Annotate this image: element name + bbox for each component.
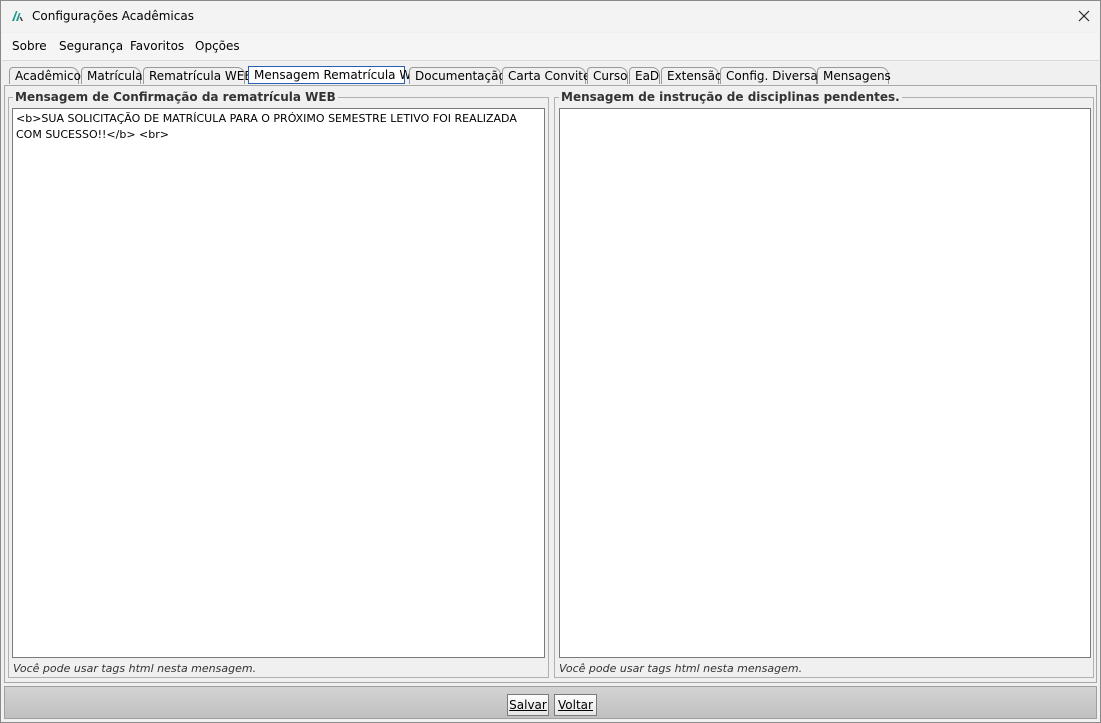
menu-sobre[interactable]: Sobre [12,39,47,53]
tab-mensagens[interactable]: Mensagens [817,67,891,84]
window-title: Configurações Acadêmicas [32,9,194,23]
confirmation-message-label: Mensagem de Confirmação da rematrícula W… [13,90,338,104]
confirmation-message-hint: Você pode usar tags html nesta mensagem. [13,662,257,675]
tab-matricula[interactable]: Matrícula [81,67,143,84]
pending-instruction-group: Mensagem de instrução de disciplinas pen… [554,90,1094,678]
footer-bar: Salvar Voltar [4,686,1097,719]
back-button[interactable]: Voltar [554,694,597,716]
tab-curso[interactable]: Curso [587,67,628,84]
tab-documentacao[interactable]: Documentação [409,67,506,84]
tab-config-diversas[interactable]: Config. Diversas [720,67,824,84]
menu-favoritos[interactable]: Favoritos [130,39,184,53]
tab-ead[interactable]: EaD [629,67,660,84]
close-icon [1078,10,1090,22]
tab-carta-convite[interactable]: Carta Convite [502,67,590,84]
tab-extensao[interactable]: Extensão [661,67,722,84]
menu-bar: Sobre Segurança Favoritos Opções [2,33,1099,61]
confirmation-message-textarea[interactable]: <b>SUA SOLICITAÇÃO DE MATRÍCULA PARA O P… [12,108,545,658]
pending-instruction-hint: Você pode usar tags html nesta mensagem. [559,662,803,675]
app-window: Configurações Acadêmicas Sobre Segurança… [0,0,1101,723]
save-button[interactable]: Salvar [507,694,549,716]
pending-instruction-textarea[interactable] [559,108,1091,658]
tab-mensagem-rematricula-web[interactable]: Mensagem Rematrícula WEB [248,66,427,84]
tab-rematricula-web[interactable]: Rematrícula WEB [143,67,253,84]
tab-strip: Acadêmico Matrícula Rematrícula WEB Mens… [1,61,1100,87]
tab-panel: Mensagem de Confirmação da rematrícula W… [4,85,1097,683]
menu-seguranca[interactable]: Segurança [59,39,123,53]
pending-instruction-label: Mensagem de instrução de disciplinas pen… [559,90,902,104]
confirmation-message-group: Mensagem de Confirmação da rematrícula W… [8,90,549,678]
title-bar: Configurações Acadêmicas [1,1,1100,32]
menu-opcoes[interactable]: Opções [195,39,240,53]
app-logo-icon [12,11,23,21]
tab-academico[interactable]: Acadêmico [9,67,81,84]
close-button[interactable] [1072,4,1096,28]
